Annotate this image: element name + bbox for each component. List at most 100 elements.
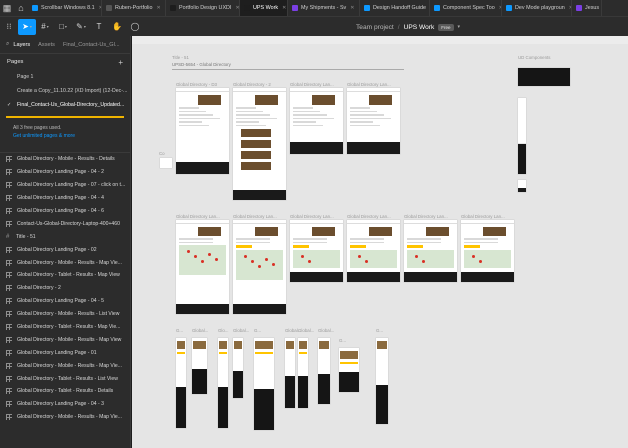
frame-label[interactable]: Global Directory Lan...: [461, 214, 505, 219]
file-name[interactable]: UPS Work: [404, 24, 435, 31]
tab-1[interactable]: Ruben-Portfolio ✕: [102, 0, 166, 16]
pen-tool-icon[interactable]: ✎ ▾: [72, 19, 90, 35]
layer-item[interactable]: Global Directory - Tablet - Results - Ma…: [0, 321, 130, 334]
frame-label[interactable]: G...: [339, 338, 346, 343]
tab-6[interactable]: Component Spec Too✕: [430, 0, 502, 16]
text-tool-icon[interactable]: T: [90, 19, 108, 35]
frame-thumbnail[interactable]: [176, 220, 229, 314]
project-name[interactable]: Team project: [356, 24, 394, 31]
layer-item[interactable]: Global Directory - Tablet - Results - De…: [0, 385, 130, 398]
frame-label[interactable]: Glo...: [218, 328, 229, 333]
frame-label[interactable]: Global Directory - 2: [233, 82, 271, 87]
mobile-frame-thumbnail[interactable]: [218, 338, 228, 428]
layer-item[interactable]: Global Directory - Mobile - Results - Ma…: [0, 411, 130, 424]
layer-item[interactable]: Global Directory Landing Page - 07 - cli…: [0, 179, 130, 192]
frame-label[interactable]: Global...: [192, 328, 208, 333]
layer-item[interactable]: # Title - 51: [0, 230, 130, 243]
frame-label[interactable]: G...: [176, 328, 183, 333]
current-page-selector[interactable]: Final_Contact-Us_Gl...: [63, 42, 120, 48]
chevron-down-icon[interactable]: ▾: [458, 24, 461, 30]
move-tool-icon[interactable]: ➤ ▾: [18, 18, 36, 35]
close-tab-icon[interactable]: ✕: [156, 5, 160, 11]
mobile-frame-thumbnail[interactable]: [176, 338, 186, 428]
layer-item[interactable]: Global Directory Landing Page - 04 - 2: [0, 166, 130, 179]
hand-tool-icon[interactable]: ✋: [108, 19, 126, 35]
frame-tool-icon[interactable]: # ▾: [36, 19, 54, 35]
layer-item[interactable]: Global Directory Landing Page - 04 - 5: [0, 295, 130, 308]
close-tab-icon[interactable]: ✕: [235, 5, 239, 11]
frame-thumbnail-small[interactable]: [160, 158, 172, 168]
frame-label[interactable]: Global Directory - D3: [176, 82, 217, 87]
close-tab-icon[interactable]: ✕: [282, 5, 286, 11]
frame-thumbnail[interactable]: [290, 220, 343, 282]
layer-item[interactable]: Global Directory Landing Page - 01: [0, 346, 130, 359]
frame-label[interactable]: G...: [376, 328, 383, 333]
frame-label[interactable]: Global Directory Lan...: [176, 214, 220, 219]
mobile-frame-thumbnail[interactable]: [233, 338, 243, 398]
tab-layers[interactable]: Layers: [13, 42, 30, 48]
layer-item[interactable]: Global Directory - Mobile - Results - Ma…: [0, 256, 130, 269]
close-tab-icon[interactable]: ✕: [350, 5, 354, 11]
search-icon[interactable]: ⌕: [6, 41, 9, 48]
page-item[interactable]: Create a Copy_11.10.22 (XD Import) (12-D…: [0, 84, 130, 98]
component-thumbnail[interactable]: [518, 144, 526, 174]
tab-assets[interactable]: Assets: [38, 42, 55, 48]
design-canvas[interactable]: Title - 51 UPSD-5654 - Global Directory …: [132, 36, 628, 448]
shape-tool-icon[interactable]: □ ▾: [54, 19, 72, 35]
add-page-icon[interactable]: +: [118, 58, 123, 67]
mobile-frame-thumbnail[interactable]: [192, 338, 207, 394]
layer-item[interactable]: Global Directory Landing Page - 04 - 4: [0, 192, 130, 205]
page-item[interactable]: Page 1: [0, 70, 130, 84]
frame-thumbnail[interactable]: [461, 220, 514, 282]
mobile-frame-thumbnail[interactable]: [318, 338, 330, 404]
frame-label[interactable]: Global Directory Lan...: [404, 214, 448, 219]
upgrade-link[interactable]: Get unlimited pages & more: [13, 132, 124, 140]
layer-item[interactable]: Global Directory Landing Page - 04 - 3: [0, 398, 130, 411]
layer-item[interactable]: Global Directory - Tablet - Results - Ma…: [0, 269, 130, 282]
tab-5[interactable]: Design Handoff Guide✕: [360, 0, 430, 16]
comment-tool-icon[interactable]: ◯: [126, 19, 144, 35]
tab-8[interactable]: Jesus: [572, 0, 602, 16]
frame-label[interactable]: Global Directory Lan...: [233, 214, 277, 219]
layer-item[interactable]: Global Directory Landing Page - 02: [0, 243, 130, 256]
layer-item[interactable]: Global Directory - Mobile - Results - Li…: [0, 308, 130, 321]
frame-label[interactable]: Global Directory Lan...: [290, 82, 334, 87]
frame-thumbnail[interactable]: [233, 220, 286, 314]
frame-thumbnail[interactable]: [347, 220, 400, 282]
component-thumbnail[interactable]: [518, 68, 570, 86]
frame-thumbnail[interactable]: [176, 88, 229, 174]
frame-label[interactable]: Global Directory Lan...: [290, 214, 334, 219]
frame-thumbnail[interactable]: [347, 88, 400, 154]
layer-item[interactable]: Global Directory - Mobile - Results - Ma…: [0, 359, 130, 372]
layer-item[interactable]: Global Directory - Mobile - Results - Ma…: [0, 333, 130, 346]
tab-7[interactable]: Dev Mode playgroun✕: [502, 0, 572, 16]
layer-item[interactable]: Global Directory - 2: [0, 282, 130, 295]
component-thumbnail[interactable]: [518, 180, 526, 192]
frame-label[interactable]: Global...: [233, 328, 249, 333]
frame-label[interactable]: G...: [254, 328, 261, 333]
frame-label[interactable]: Global...: [298, 328, 314, 333]
layer-item[interactable]: Global Directory Landing Page - 04 - 6: [0, 205, 130, 218]
frame-thumbnail[interactable]: [290, 88, 343, 154]
main-menu-icon[interactable]: ⁝⁝: [0, 19, 18, 35]
tab-3[interactable]: UPS Work ✕: [240, 0, 288, 16]
figma-menu-icon[interactable]: ▦: [0, 0, 14, 16]
mobile-frame-thumbnail[interactable]: [254, 338, 274, 430]
frame-label[interactable]: Global Directory Lan...: [347, 214, 391, 219]
frame-label[interactable]: Global...: [318, 328, 334, 333]
tab-0[interactable]: Scrollbar Windows 8.1✕: [28, 0, 102, 16]
tab-4[interactable]: My Shipments - Sv ✕: [288, 0, 360, 16]
mobile-frame-thumbnail[interactable]: [339, 348, 359, 392]
frame-label[interactable]: Global Directory Lan...: [347, 82, 391, 87]
mobile-frame-thumbnail[interactable]: [285, 338, 295, 408]
home-icon[interactable]: ⌂: [14, 0, 28, 16]
page-item[interactable]: ✓ Final_Contact-Us_Global-Directory_Updat…: [0, 98, 130, 112]
layer-item[interactable]: Global Directory - Mobile - Results - De…: [0, 153, 130, 166]
layer-item[interactable]: Contact-Us-Global-Directory-Laptop-400+4…: [0, 217, 130, 230]
frame-thumbnail[interactable]: [404, 220, 457, 282]
layer-item[interactable]: Global Directory - Tablet - Results - Li…: [0, 372, 130, 385]
tab-2[interactable]: Portfolio Design UXDI ✕: [166, 0, 240, 16]
mobile-frame-thumbnail[interactable]: [376, 338, 388, 424]
frame-thumbnail[interactable]: [233, 88, 286, 200]
mobile-frame-thumbnail[interactable]: [298, 338, 308, 408]
